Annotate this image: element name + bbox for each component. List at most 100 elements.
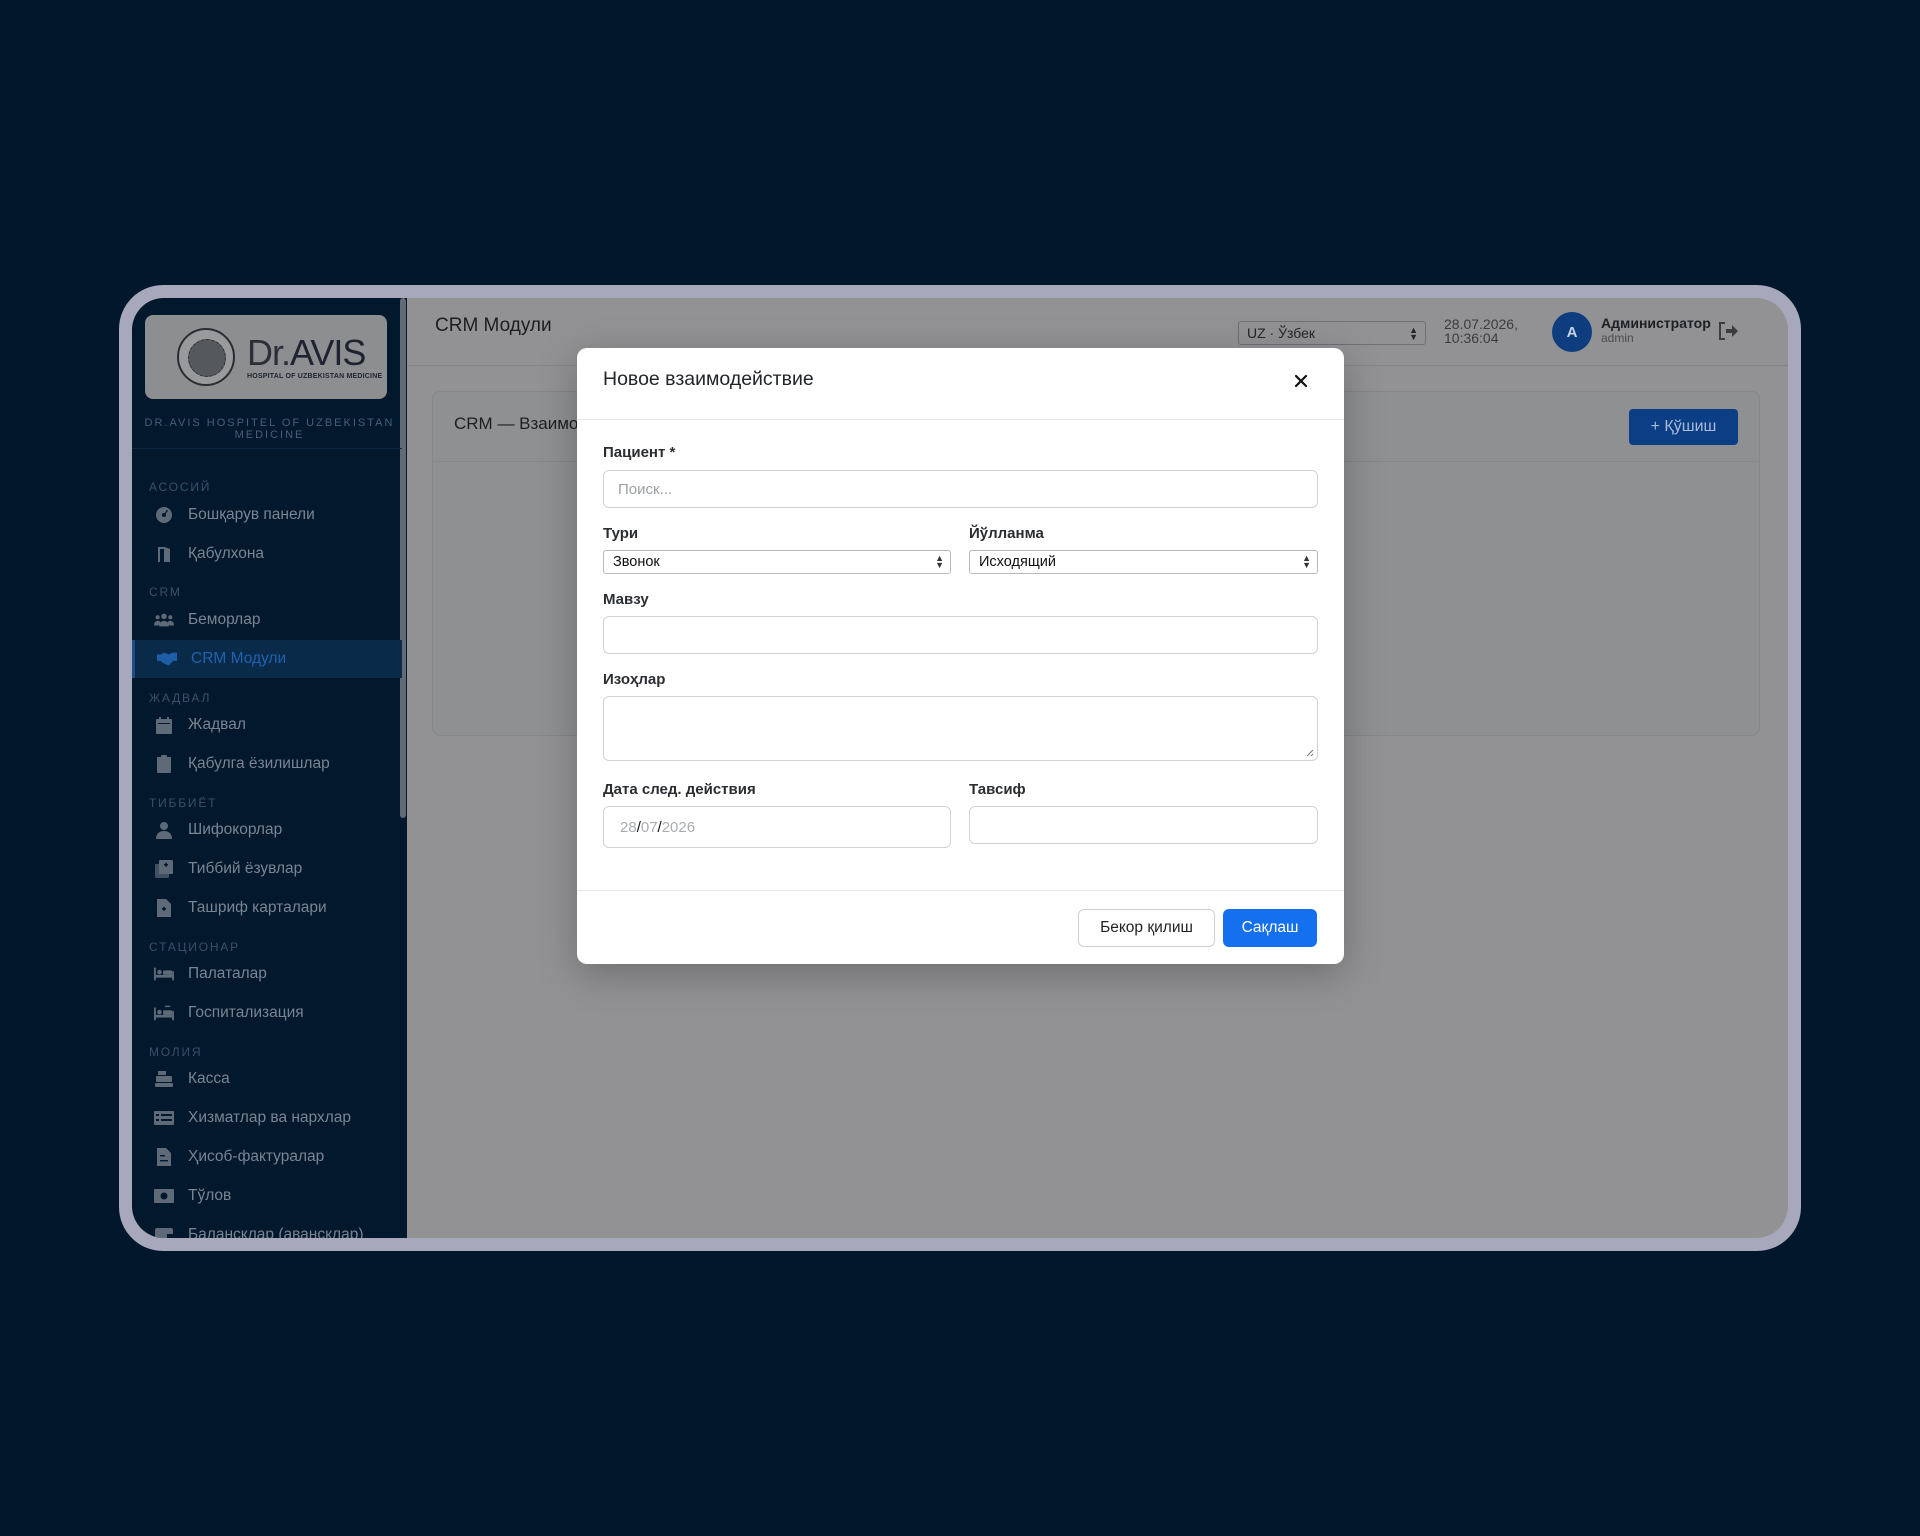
date-day: 28 (620, 819, 637, 836)
direction-select[interactable]: Исходящий ▲ ▼ (969, 550, 1318, 574)
sidebar-item-label: Ташриф карталари (188, 899, 327, 916)
sidebar-item-patients[interactable]: Беморлар (132, 601, 402, 639)
sidebar: Dr.AVIS HOSPITAL OF UZBEKISTAN MEDICINE … (132, 298, 407, 1238)
section-title: CRM (149, 585, 182, 599)
sidebar-item-label: Ҳисоб-фактуралар (188, 1148, 325, 1165)
sidebar-item-label: CRM Модули (191, 650, 287, 667)
section-title: СТАЦИОНАР (149, 940, 240, 954)
description-input[interactable] (969, 806, 1318, 844)
sidebar-item-label: Беморлар (188, 611, 261, 628)
clipboard-icon (154, 755, 174, 773)
file-medical-icon (154, 899, 174, 917)
subject-label: Мавзу (603, 591, 649, 608)
user-role: admin (1601, 331, 1634, 345)
logout-icon[interactable] (1718, 322, 1738, 340)
cancel-button[interactable]: Бекор қилиш (1078, 909, 1215, 947)
sidebar-item-label: Қабулхона (188, 545, 265, 562)
app-screen: Dr.AVIS HOSPITAL OF UZBEKISTAN MEDICINE … (132, 298, 1788, 1238)
logo-tagline: HOSPITAL OF UZBEKISTAN MEDICINE (247, 372, 383, 380)
next-date-label: Дата след. действия (603, 781, 756, 798)
sidebar-item-doctors[interactable]: Шифокорлар (132, 811, 402, 849)
brand-subtitle: DR.AVIS HOSPITEL OF UZBEKISTAN MEDICINE (144, 417, 395, 441)
page-title: CRM Модули (435, 315, 552, 336)
clock-date: 28.07.2026, (1444, 316, 1518, 332)
type-value: Звонок (613, 554, 660, 570)
money-icon (154, 1187, 174, 1205)
doctor-icon (154, 821, 174, 839)
patient-placeholder: Поиск... (618, 481, 673, 498)
resize-grip-icon[interactable] (1304, 747, 1314, 757)
next-date-input[interactable]: 28/07/2026 (603, 806, 951, 848)
chevron-updown-icon: ▲ ▼ (1302, 553, 1311, 570)
chevron-updown-icon: ▲ ▼ (935, 553, 944, 570)
save-button[interactable]: Сақлаш (1223, 909, 1317, 947)
globe-seal-icon (177, 328, 235, 386)
user-name: Администратор (1601, 315, 1711, 331)
clock: 28.07.2026, 10:36:04 (1444, 317, 1518, 345)
modal-title: Новое взаимодействие (603, 368, 814, 390)
date-year: 2026 (661, 819, 696, 836)
patient-search-input[interactable]: Поиск... (603, 470, 1318, 508)
description-label: Тавсиф (969, 781, 1026, 798)
card-title: CRM — Взаимо (454, 414, 579, 433)
type-label: Тури (603, 525, 639, 542)
clock-time: 10:36:04 (1444, 330, 1499, 346)
add-button[interactable]: + Қўшиш (1629, 409, 1738, 445)
direction-label: Йўлланма (969, 525, 1044, 542)
chevron-updown-icon: ▲ ▼ (1409, 325, 1418, 342)
sidebar-item-invoices[interactable]: Ҳисоб-фактуралар (132, 1138, 402, 1176)
section-title: ТИББИЁТ (149, 796, 218, 810)
users-icon (154, 611, 174, 629)
sidebar-item-balances[interactable]: Балансклар (авансклар) (132, 1216, 402, 1238)
invoice-icon (154, 1148, 174, 1166)
section-title: МОЛИЯ (149, 1045, 203, 1059)
sidebar-item-schedule[interactable]: Жадвал (132, 706, 402, 744)
sidebar-item-label: Касса (188, 1070, 230, 1087)
sidebar-item-reception[interactable]: Қабулхона (132, 535, 402, 573)
sidebar-item-label: Жадвал (188, 716, 246, 733)
direction-value: Исходящий (979, 554, 1056, 570)
hospital-bed-icon (154, 1004, 174, 1022)
date-month: 07 (640, 819, 658, 836)
door-icon (154, 545, 174, 563)
sidebar-item-medical-records[interactable]: Тиббий ёзувлар (132, 850, 402, 888)
subject-input[interactable] (603, 616, 1318, 654)
bed-icon (154, 965, 174, 983)
type-select[interactable]: Звонок ▲ ▼ (603, 550, 951, 574)
modal-footer: Бекор қилиш Сақлаш (577, 890, 1344, 964)
sidebar-item-hospitalization[interactable]: Госпитализация (132, 994, 402, 1032)
handshake-icon (157, 650, 177, 668)
sidebar-item-wards[interactable]: Палаталар (132, 955, 402, 993)
device-frame: Dr.AVIS HOSPITAL OF UZBEKISTAN MEDICINE … (119, 285, 1801, 1251)
language-select[interactable]: UZ · Ўзбек ▲ ▼ (1238, 321, 1426, 345)
logo-avis: AVIS (290, 331, 366, 373)
patient-label: Пациент * (603, 444, 676, 461)
notes-textarea[interactable] (603, 696, 1318, 761)
section-title: ЖАДВАЛ (149, 691, 212, 705)
notes-label: Изоҳлар (603, 671, 666, 688)
sidebar-item-cashbox[interactable]: Касса (132, 1060, 402, 1098)
sidebar-item-visit-cards[interactable]: Ташриф карталари (132, 889, 402, 927)
modal-header: Новое взаимодействие (577, 348, 1344, 420)
cash-register-icon (154, 1070, 174, 1088)
section-title: АСОСИЙ (149, 480, 212, 494)
sidebar-item-label: Бошқарув панели (188, 506, 315, 523)
dashboard-icon (154, 506, 174, 524)
new-interaction-modal: Новое взаимодействие Пациент * Поиск... … (577, 348, 1344, 964)
sidebar-item-label: Хизматлар ва нархлар (188, 1109, 352, 1126)
sidebar-item-label: Қабулга ёзилишлар (188, 755, 330, 772)
sidebar-item-crm[interactable]: CRM Модули (132, 640, 402, 678)
sidebar-item-dashboard[interactable]: Бошқарув панели (132, 496, 402, 534)
wallet-icon (154, 1226, 174, 1238)
sidebar-item-appointments[interactable]: Қабулга ёзилишлар (132, 745, 402, 783)
calendar-icon (154, 716, 174, 734)
close-icon[interactable] (1294, 374, 1308, 388)
logo[interactable]: Dr.AVIS HOSPITAL OF UZBEKISTAN MEDICINE (145, 315, 387, 399)
sidebar-item-label: Палаталар (188, 965, 267, 982)
sidebar-item-label: Госпитализация (188, 1004, 304, 1021)
sidebar-item-label: Тиббий ёзувлар (188, 860, 303, 877)
avatar[interactable]: A (1552, 312, 1592, 352)
list-icon (154, 1109, 174, 1127)
sidebar-item-payment[interactable]: Тўлов (132, 1177, 402, 1215)
sidebar-item-services[interactable]: Хизматлар ва нархлар (132, 1099, 402, 1137)
